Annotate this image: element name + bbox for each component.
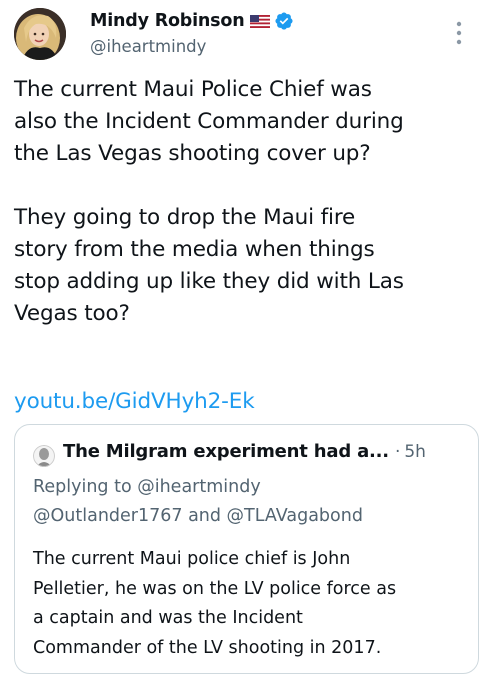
quote-separator: · <box>394 442 401 462</box>
tweet-paragraph: The current Maui Police Chief was also t… <box>14 74 476 170</box>
tweet-line: also the Incident Commander during <box>14 109 404 134</box>
quote-line: The current Maui police chief is John <box>33 549 351 569</box>
more-vertical-icon <box>456 21 462 45</box>
tweet-text: The current Maui Police Chief was also t… <box>14 74 476 330</box>
more-button[interactable] <box>452 16 466 50</box>
quote-author-name[interactable]: The Milgram experiment had a... <box>63 441 389 462</box>
author-avatar[interactable] <box>14 8 66 60</box>
tweet-link[interactable]: youtu.be/GidVHyh2-Ek <box>14 386 255 418</box>
replying-line: @Outlander1767 and @TLAVagabond <box>33 506 363 526</box>
quote-line: a captain and was the Incident <box>33 608 303 628</box>
tweet-line: Vegas too? <box>14 301 130 326</box>
author-name-row: Mindy Robinson <box>90 9 294 33</box>
quote-line: Pelletier, he was on the LV police force… <box>33 578 397 599</box>
tweet-line: stop adding up like they did with Las <box>14 269 404 294</box>
replying-line: Replying to @iheartmindy <box>33 477 261 497</box>
tweet-paragraph: They going to drop the Maui fire story f… <box>14 202 476 330</box>
quote-line: Commander of the LV shooting in 2017. <box>33 637 382 658</box>
tweet-line: story from the media when things <box>14 237 375 262</box>
verified-badge-icon <box>275 12 294 30</box>
quoted-tweet-card[interactable]: The Milgram experiment had a... · 5h Rep… <box>14 424 479 674</box>
author-name[interactable]: Mindy Robinson <box>90 11 245 31</box>
tweet: Mindy Robinson @iheartmindy The current … <box>0 0 487 680</box>
tweet-line: the Las Vegas shooting cover up? <box>14 141 371 166</box>
author-handle[interactable]: @iheartmindy <box>90 37 206 56</box>
quote-header: The Milgram experiment had a... · 5h <box>63 441 426 462</box>
tweet-line: The current Maui Police Chief was <box>14 77 372 102</box>
quote-replying-to: Replying to @iheartmindy @Outlander1767 … <box>33 473 473 531</box>
us-flag-icon <box>250 14 271 28</box>
quote-avatar[interactable] <box>33 445 55 467</box>
quote-text: The current Maui police chief is John Pe… <box>33 545 473 663</box>
quote-timestamp[interactable]: 5h <box>404 442 426 462</box>
tweet-line: They going to drop the Maui fire <box>14 205 356 230</box>
